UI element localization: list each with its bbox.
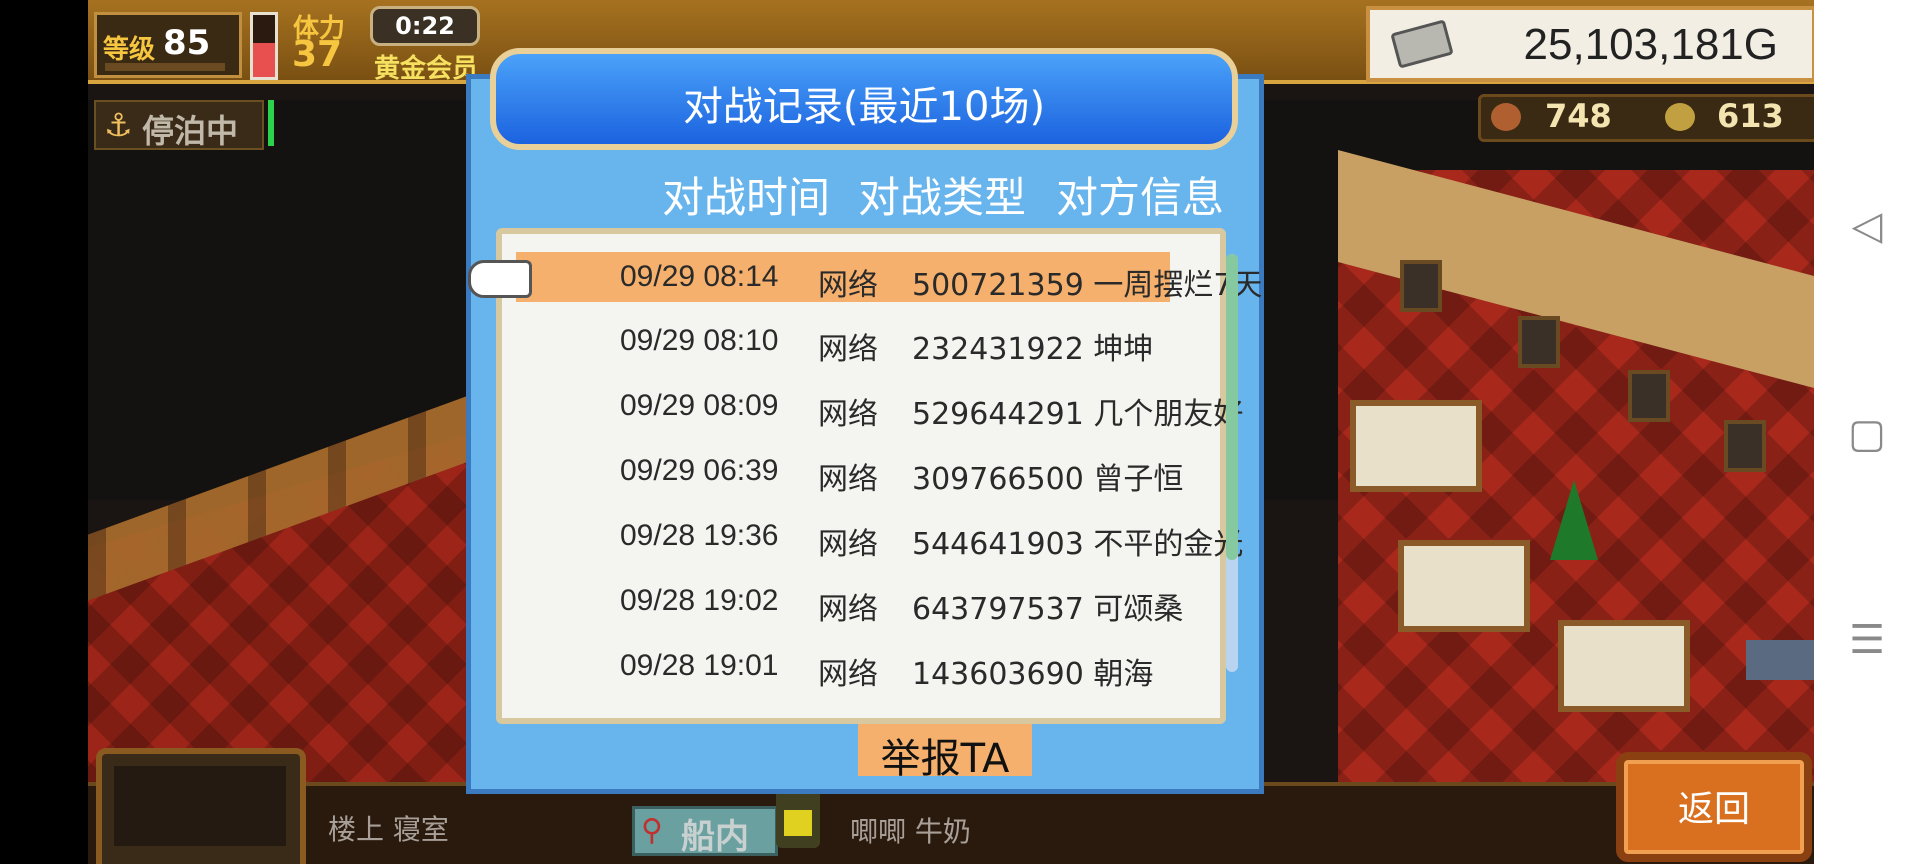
battle-type: 网络 <box>818 268 878 303</box>
opponent-info: 643797537 可颂桑 <box>912 592 1184 627</box>
level-value: 85 <box>163 23 211 63</box>
battle-row[interactable]: 09/28 19:02 网络 643797537 可颂桑 <box>528 576 1272 627</box>
opponent-info: 232431922 坤坤 <box>912 332 1154 367</box>
gold-panel[interactable]: 25,103,181G <box>1366 6 1814 82</box>
ship-interior-button[interactable]: ⚲ 船内 <box>632 806 778 857</box>
dialog-title: 对战记录(最近10场) <box>682 84 1046 130</box>
battle-row[interactable]: 09/29 08:10 网络 232431922 坤坤 <box>528 316 1272 367</box>
battle-row[interactable]: 09/29 08:14 网络 500721359 一周摆烂7天 <box>516 252 1272 303</box>
back-button-label: 返回 <box>1677 789 1750 830</box>
timer: 0:22 <box>370 6 480 46</box>
status-indicator <box>268 100 274 146</box>
battle-time: 09/29 08:10 <box>620 324 779 357</box>
stamina-value: 37 <box>292 34 343 75</box>
nav-home-icon[interactable]: ▢ <box>1814 394 1920 474</box>
member-badge[interactable]: 黄金会员 <box>374 48 478 85</box>
porthole-window <box>1628 370 1670 422</box>
resource1-value: 748 <box>1545 97 1612 135</box>
bed-sprite <box>1558 620 1690 712</box>
battle-type: 网络 <box>818 462 878 497</box>
dialog-title-bar: 对战记录(最近10场) <box>490 48 1238 150</box>
pointing-hand-icon <box>468 260 532 298</box>
bed-sprite <box>1350 400 1482 492</box>
battle-row[interactable]: 09/29 08:09 网络 529644291 几个朋友好 <box>528 381 1272 432</box>
exp-bar <box>105 63 225 71</box>
battle-time: 09/29 06:39 <box>620 454 779 487</box>
coin-icon <box>1665 103 1695 131</box>
level-box: 等级 85 <box>94 12 242 78</box>
back-button[interactable]: 返回 <box>1616 752 1812 862</box>
battle-row[interactable]: 09/29 06:39 网络 309766500 曾子恒 <box>528 446 1272 497</box>
food-icon <box>1491 103 1521 131</box>
status-label: 停泊中 <box>142 112 239 150</box>
minimap-frame[interactable] <box>96 748 306 864</box>
battle-time: 09/28 19:01 <box>620 649 779 682</box>
ship-button-label: 船内 <box>681 817 749 857</box>
hp-gauge <box>250 12 278 80</box>
opponent-info: 143603690 朝海 <box>912 657 1154 692</box>
porthole-window <box>1518 316 1560 368</box>
column-header-type: 对战类型 <box>858 173 1027 222</box>
resource-bar: 748 613 <box>1478 94 1814 142</box>
column-header-opponent: 对方信息 <box>1056 173 1225 222</box>
battle-type: 网络 <box>818 657 878 692</box>
battle-type: 网络 <box>818 592 878 627</box>
crew-face <box>784 810 812 836</box>
floor-label: 楼上 寝室 <box>328 813 449 846</box>
scroll-thumb[interactable] <box>1226 254 1238 560</box>
battle-time: 09/28 19:02 <box>620 584 779 617</box>
battle-type: 网络 <box>818 527 878 562</box>
nav-menu-icon[interactable]: ☰ <box>1814 600 1920 680</box>
map-pin-icon: ⚲ <box>641 813 663 848</box>
list-scrollbar[interactable] <box>1226 254 1238 672</box>
battle-row[interactable]: 09/28 19:36 网络 544641903 不平的金光 <box>528 511 1272 562</box>
tree-decoration <box>1550 480 1598 560</box>
battle-time: 09/29 08:14 <box>620 260 779 293</box>
docked-status: ⚓ 停泊中 <box>94 100 264 150</box>
opponent-info: 500721359 一周摆烂7天 <box>912 268 1263 303</box>
battle-type: 网络 <box>818 332 878 367</box>
hp-gauge-fill <box>253 42 275 77</box>
android-nav-bar: ◁ ▢ ☰ <box>1814 0 1920 864</box>
shop-sign <box>1746 640 1814 680</box>
crew-avatar[interactable] <box>776 790 820 848</box>
porthole-window <box>1724 420 1766 472</box>
bed-sprite <box>1398 540 1530 632</box>
battle-time: 09/28 19:36 <box>620 519 779 552</box>
column-header-time: 对战时间 <box>662 173 831 222</box>
report-button-label: 举报TA <box>880 736 1010 782</box>
battle-type: 网络 <box>818 397 878 432</box>
opponent-info: 529644291 几个朋友好 <box>912 397 1244 432</box>
nav-back-icon[interactable]: ◁ <box>1814 186 1920 266</box>
minimap <box>114 766 286 846</box>
porthole-window <box>1400 260 1442 312</box>
anchor-icon: ⚓ <box>104 106 133 144</box>
resource2-value: 613 <box>1717 97 1784 135</box>
level-label: 等级 <box>103 35 156 65</box>
report-button[interactable]: 举报TA <box>858 724 1032 782</box>
battle-time: 09/29 08:09 <box>620 389 779 422</box>
battle-row[interactable]: 09/28 19:01 网络 143603690 朝海 <box>528 641 1272 692</box>
gold-value: 25,103,181G <box>1523 20 1778 69</box>
crew-label: 唧唧 牛奶 <box>850 815 971 848</box>
opponent-info: 309766500 曾子恒 <box>912 462 1184 497</box>
silver-bar-icon <box>1390 19 1454 69</box>
opponent-info: 544641903 不平的金光 <box>912 527 1244 562</box>
